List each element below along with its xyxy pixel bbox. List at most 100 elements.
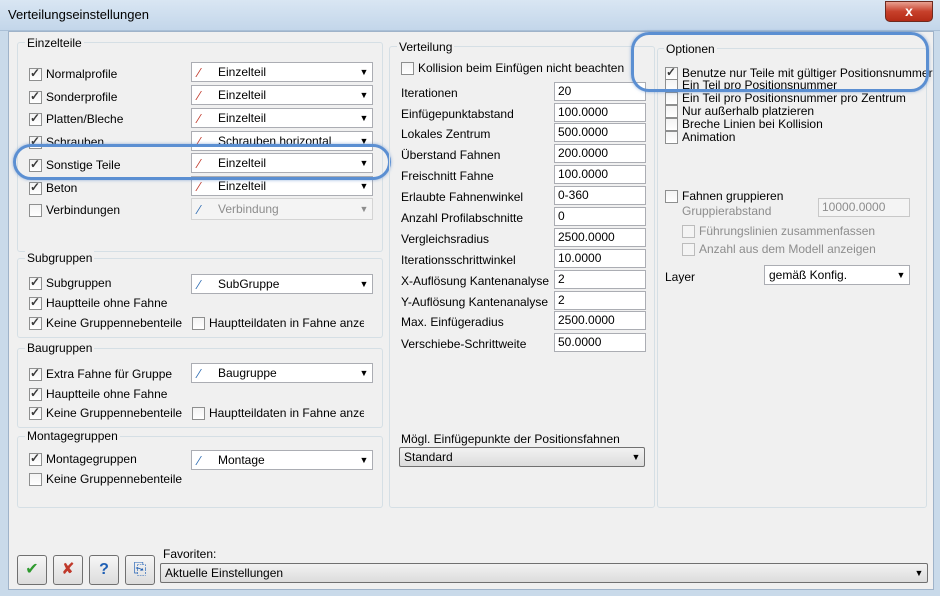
highlight-ellipse <box>631 32 929 92</box>
checkbox-opt-animation[interactable]: Animation <box>665 130 735 144</box>
verteilung-field-input[interactable]: 2 <box>554 270 646 289</box>
checkbox-opt-ausserhalb[interactable]: Nur außerhalb platzieren <box>665 104 814 118</box>
copy-button[interactable]: ⎘ <box>125 555 155 585</box>
checkbox-box[interactable] <box>29 180 42 195</box>
chevron-down-icon[interactable]: ▼ <box>356 67 372 77</box>
close-button[interactable]: x <box>885 1 933 22</box>
checkbox-opt-teil-pro-zentrum[interactable]: Ein Teil pro Positionsnummer pro Zentrum <box>665 91 906 105</box>
checkbox-box[interactable] <box>29 386 42 401</box>
checkbox-box[interactable] <box>29 295 42 310</box>
layer-label: Layer <box>665 270 696 284</box>
chevron-down-icon[interactable]: ▼ <box>893 270 909 280</box>
checkbox-box[interactable] <box>665 104 678 118</box>
chevron-down-icon[interactable]: ▼ <box>628 452 644 462</box>
checkbox-box[interactable] <box>29 366 42 381</box>
combo-value: gemäß Konfig. <box>769 268 848 282</box>
chevron-down-icon[interactable]: ▼ <box>911 568 927 578</box>
checkbox-bau-keine[interactable]: Keine Gruppennebenteile <box>29 405 182 420</box>
verteilung-field-input[interactable]: 500.0000 <box>554 123 646 142</box>
combo-baugruppe[interactable]: ⁄ Baugruppe ▼ <box>191 363 373 383</box>
checkbox-box[interactable] <box>29 315 42 330</box>
checkbox-box[interactable] <box>665 91 678 105</box>
checkbox-box[interactable] <box>192 316 205 330</box>
verteilung-field-input[interactable]: 2500.0000 <box>554 311 646 330</box>
copy-icon: ⎘ <box>133 561 147 578</box>
checkbox-sub-keine[interactable]: Keine Gruppennebenteile <box>29 315 183 330</box>
checkbox-box[interactable] <box>665 117 678 131</box>
pin-icon: ⁄ <box>198 452 201 468</box>
combo-sonderprofile[interactable]: ⁄ Einzelteil ▼ <box>191 85 373 105</box>
checkbox-sub-hauptteile[interactable]: Hauptteile ohne Fahne <box>29 295 167 310</box>
verteilung-field-input[interactable]: 0-360 <box>554 186 646 205</box>
checkbox-box[interactable] <box>29 203 42 217</box>
checkbox-extra-fahne[interactable]: Extra Fahne für Gruppe <box>29 366 172 381</box>
chevron-down-icon[interactable]: ▼ <box>356 90 372 100</box>
pin-icon: ⁄ <box>198 64 201 80</box>
checkbox-box[interactable] <box>29 111 42 126</box>
combo-subgruppe[interactable]: ⁄ SubGruppe ▼ <box>191 274 373 294</box>
verteilung-field-input[interactable]: 100.0000 <box>554 103 646 122</box>
checkbox-montagegruppen[interactable]: Montagegruppen <box>29 451 137 466</box>
checkbox-sub-hauptteildaten[interactable]: Hauptteildaten in Fahne anzeigen <box>192 316 364 330</box>
checkbox-box[interactable] <box>665 130 678 144</box>
verteilung-field-input[interactable]: 2500.0000 <box>554 228 646 247</box>
verteilung-field-input[interactable]: 2 <box>554 291 646 310</box>
checkbox-box[interactable] <box>29 405 42 420</box>
checkbox-box[interactable] <box>29 472 42 486</box>
title-bar[interactable]: Verteilungseinstellungen x <box>0 0 940 31</box>
combo-normalprofile[interactable]: ⁄ Einzelteil ▼ <box>191 62 373 82</box>
verteilung-field-input[interactable]: 20 <box>554 82 646 101</box>
checkbox-box[interactable] <box>29 66 42 81</box>
checkbox-box <box>682 224 695 238</box>
pin-icon: ⁄ <box>198 110 201 126</box>
checkbox-label: Keine Gruppennebenteile <box>46 316 183 330</box>
checkbox-verbindungen[interactable]: Verbindungen <box>29 203 120 217</box>
checkbox-sonderprofile[interactable]: Sonderprofile <box>29 89 117 104</box>
checkbox-box[interactable] <box>29 275 42 290</box>
verteilung-field-input[interactable]: 0 <box>554 207 646 226</box>
cancel-button[interactable]: ✘ <box>53 555 83 585</box>
checkbox-kollision[interactable]: Kollision beim Einfügen nicht beachten <box>401 61 624 75</box>
checkbox-bau-hauptteile[interactable]: Hauptteile ohne Fahne <box>29 386 167 401</box>
checkbox-label: Breche Linien bei Kollision <box>682 117 823 131</box>
chevron-down-icon[interactable]: ▼ <box>356 113 372 123</box>
verteilung-field-input[interactable]: 10.0000 <box>554 249 646 268</box>
checkbox-box[interactable] <box>29 89 42 104</box>
checkbox-box[interactable] <box>401 61 414 75</box>
checkbox-fahnen-gruppieren[interactable]: Fahnen gruppieren <box>665 189 783 203</box>
gruppierabstand-input: 10000.0000 <box>818 198 910 217</box>
verteilung-field-input[interactable]: 50.0000 <box>554 333 646 352</box>
combo-einfuegepunkte[interactable]: Standard ▼ <box>399 447 645 467</box>
checkbox-opt-breche-linien[interactable]: Breche Linien bei Kollision <box>665 117 823 131</box>
verteilung-field-label: Erlaubte Fahnenwinkel <box>401 190 524 204</box>
favoriten-label: Favoriten: <box>163 547 217 561</box>
checkbox-box[interactable] <box>665 189 678 203</box>
combo-value: SubGruppe <box>218 277 280 291</box>
checkbox-montage-keine[interactable]: Keine Gruppennebenteile <box>29 472 182 486</box>
chevron-down-icon[interactable]: ▼ <box>356 368 372 378</box>
chevron-down-icon[interactable]: ▼ <box>356 181 372 191</box>
checkbox-platten-bleche[interactable]: Platten/Bleche <box>29 111 123 126</box>
combo-montage[interactable]: ⁄ Montage ▼ <box>191 450 373 470</box>
highlight-ellipse <box>13 144 391 180</box>
verteilung-field-input[interactable]: 200.0000 <box>554 144 646 163</box>
checkbox-normalprofile[interactable]: Normalprofile <box>29 66 117 81</box>
checkmark-icon: ✔ <box>25 561 39 578</box>
verteilung-field-input[interactable]: 100.0000 <box>554 165 646 184</box>
checkbox-box[interactable] <box>29 451 42 466</box>
chevron-down-icon[interactable]: ▼ <box>356 279 372 289</box>
combo-favoriten[interactable]: Aktuelle Einstellungen ▼ <box>160 563 928 583</box>
checkbox-label: Nur außerhalb platzieren <box>682 104 815 118</box>
checkbox-label: Beton <box>46 181 78 195</box>
combo-platten-bleche[interactable]: ⁄ Einzelteil ▼ <box>191 108 373 128</box>
checkbox-subgruppen[interactable]: Subgruppen <box>29 275 111 290</box>
help-button[interactable]: ? <box>89 555 119 585</box>
checkbox-bau-hauptteildaten[interactable]: Hauptteildaten in Fahne anzeigen <box>192 406 364 420</box>
checkbox-beton[interactable]: Beton <box>29 180 78 195</box>
chevron-down-icon[interactable]: ▼ <box>356 455 372 465</box>
verteilung-field-label: Einfügepunktabstand <box>401 107 514 121</box>
combo-layer[interactable]: gemäß Konfig. ▼ <box>764 265 910 285</box>
pin-icon: ⁄ <box>198 87 201 103</box>
ok-button[interactable]: ✔ <box>17 555 47 585</box>
checkbox-box[interactable] <box>192 406 205 420</box>
